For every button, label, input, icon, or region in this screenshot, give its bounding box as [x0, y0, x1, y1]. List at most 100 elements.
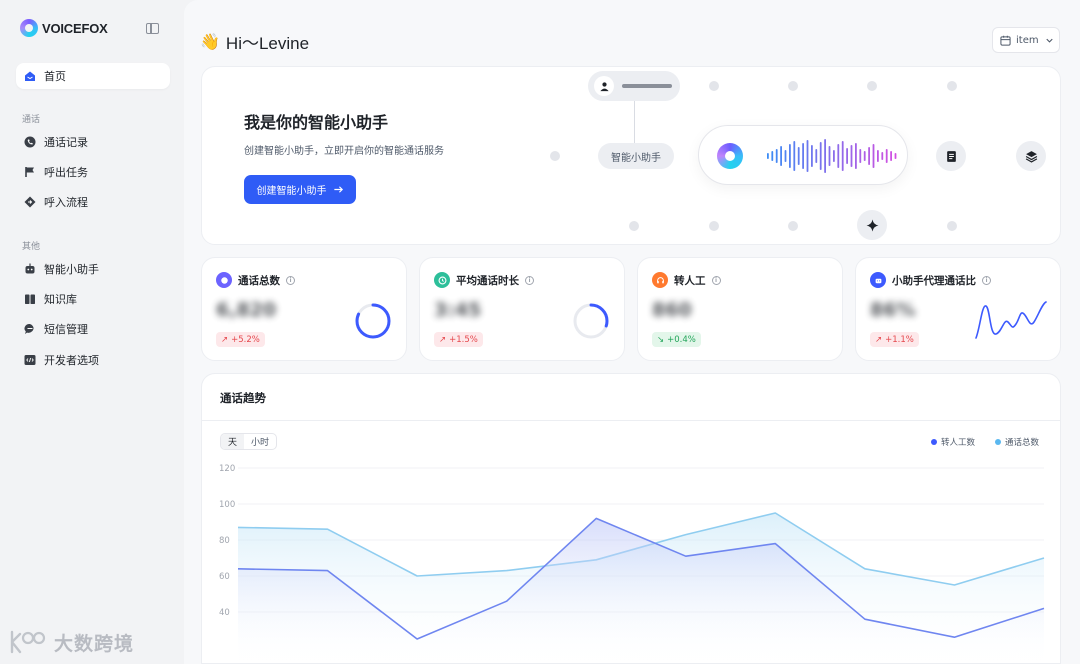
wave-bar	[877, 150, 879, 162]
wave-bar	[890, 151, 892, 161]
sidebar-item-label: 知识库	[44, 293, 77, 306]
headset-icon	[656, 276, 664, 283]
sidebar-item-developer[interactable]: 开发者选项	[16, 347, 170, 373]
sparkle-button[interactable]	[857, 210, 887, 240]
hero-title: 我是你的智能小助手	[244, 113, 389, 132]
stat-title: 小助手代理通话比	[892, 274, 976, 287]
trend-title: 通话趋势	[220, 391, 266, 405]
wave-bar	[797, 147, 800, 165]
sidebar-item-sms[interactable]: 短信管理	[16, 316, 170, 342]
stat-card-transfer-human: 转人工 i 860 ↘ +0.4%	[637, 257, 843, 361]
date-select[interactable]: item	[992, 27, 1060, 53]
section-label-other: 其他	[22, 242, 41, 252]
ring-progress	[355, 303, 391, 339]
wave-bar	[894, 153, 897, 159]
voice-wave-icon	[767, 139, 897, 173]
create-assistant-button[interactable]: 创建智能小助手	[244, 175, 356, 204]
decor-dot	[947, 221, 957, 231]
wave-bar	[850, 145, 853, 167]
legend-label: 通话总数	[1005, 438, 1040, 448]
stat-change: +0.4%	[667, 334, 696, 345]
stat-change-badge: ↘ +0.4%	[652, 332, 701, 347]
document-icon	[946, 150, 956, 162]
assistant-logo-icon	[717, 143, 743, 169]
divider	[202, 420, 1060, 421]
user-name-placeholder	[622, 84, 672, 88]
toggle-day[interactable]: 天	[221, 434, 245, 449]
wave-bar	[885, 149, 888, 163]
wave-bar	[868, 147, 870, 165]
stat-card-total-calls: 通话总数 i 6,820 ↗ +5.2%	[201, 257, 407, 361]
info-icon[interactable]: i	[711, 275, 721, 285]
decor-dot	[867, 81, 877, 91]
arrow-down-right-icon: ↘	[657, 334, 665, 345]
stat-change-badge: ↗ +1.5%	[434, 332, 483, 347]
flow-icon	[24, 196, 36, 208]
ring-progress	[573, 303, 609, 339]
sidebar-item-call-records[interactable]: 通话记录	[16, 129, 170, 155]
decor-dot	[709, 81, 719, 91]
user-icon	[594, 76, 614, 96]
hero-card: 我是你的智能小助手 创建智能小助手，立即开启你的智能通话服务 创建智能小助手 智…	[201, 66, 1061, 245]
hero-subtitle: 创建智能小助手，立即开启你的智能通话服务	[244, 146, 444, 157]
stat-value: 6,820	[216, 299, 277, 321]
info-icon[interactable]: i	[286, 275, 295, 285]
stat-title: 转人工	[674, 274, 706, 287]
message-icon	[24, 323, 36, 335]
wave-bar	[806, 140, 809, 172]
user-pill	[588, 71, 680, 101]
sidebar-item-label: 短信管理	[44, 323, 88, 336]
section-label-call: 通话	[22, 115, 41, 125]
stat-change: +5.2%	[231, 334, 260, 345]
greeting: 👋 Hi～Levine	[200, 29, 309, 54]
sidebar-item-knowledge-base[interactable]: 知识库	[16, 286, 170, 312]
info-icon[interactable]: i	[525, 275, 534, 285]
wave-bar	[775, 149, 778, 163]
sidebar-item-assistant[interactable]: 智能小助手	[16, 256, 170, 282]
stat-change-badge: ↗ +1.1%	[870, 332, 919, 347]
stat-card-avg-duration: 平均通话时长 i 3:45 ↗ +1.5%	[419, 257, 625, 361]
arrow-up-right-icon: ↗	[439, 334, 447, 345]
arrow-up-right-icon: ↗	[221, 334, 229, 345]
brand[interactable]: VOICEFOX	[20, 19, 108, 37]
sidebar-item-label: 呼出任务	[44, 166, 88, 179]
calendar-icon	[1000, 35, 1011, 46]
wave-bar	[828, 146, 831, 166]
trend-chart: 120 100 80 60 40	[219, 464, 1045, 663]
sidebar-item-outbound-tasks[interactable]: 呼出任务	[16, 159, 170, 185]
y-tick-label: 60	[219, 572, 230, 582]
watermark: 大数跨境	[8, 628, 134, 656]
sidebar-item-inbound-flow[interactable]: 呼入流程	[16, 189, 170, 215]
book-icon	[24, 293, 36, 305]
stat-icon	[652, 272, 668, 288]
wave-bar	[824, 139, 826, 173]
wave-bar	[881, 152, 884, 160]
stat-icon	[216, 272, 232, 288]
wave-bar	[846, 148, 848, 164]
robot-icon	[24, 263, 36, 275]
sidebar-item-label: 智能小助手	[44, 263, 99, 276]
stat-change: +1.1%	[885, 334, 914, 345]
brand-logo-icon	[20, 19, 38, 37]
sidebar-item-home[interactable]: 首页	[16, 63, 170, 89]
info-icon[interactable]: i	[982, 275, 991, 285]
y-tick-label: 40	[219, 608, 230, 618]
sidebar-item-label: 首页	[44, 70, 66, 83]
toggle-hour[interactable]: 小时	[244, 434, 276, 449]
stat-icon	[870, 272, 886, 288]
stat-card-assistant-ratio: 小助手代理通话比 i 86% ↗ +1.1%	[855, 257, 1061, 361]
chevron-down-icon	[1045, 38, 1053, 43]
y-tick-label: 100	[219, 500, 235, 510]
chat-bubble-icon	[220, 276, 228, 284]
decor-dot	[629, 221, 639, 231]
sidebar-collapse-icon[interactable]	[146, 23, 159, 34]
stat-title: 平均通话时长	[456, 274, 519, 287]
sidebar-item-label: 开发者选项	[44, 354, 99, 367]
date-select-value: item	[1016, 34, 1039, 46]
document-button[interactable]	[936, 141, 966, 171]
sparkline	[975, 301, 1047, 339]
layers-button[interactable]	[1016, 141, 1046, 171]
wave-bar	[863, 151, 866, 161]
sparkle-icon	[866, 219, 878, 231]
home-icon	[24, 70, 36, 82]
